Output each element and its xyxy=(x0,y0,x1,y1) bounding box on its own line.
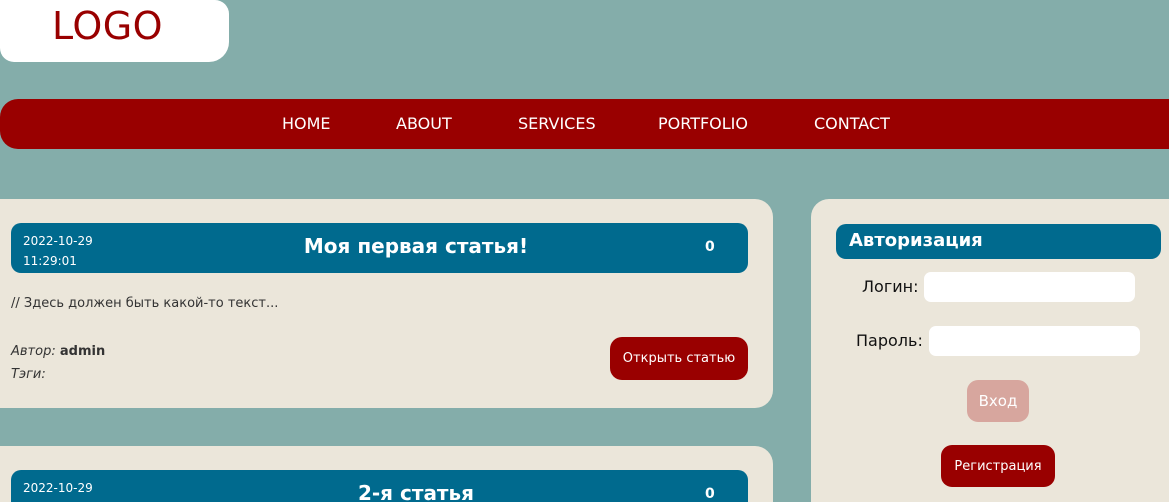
article-header: 2022-10-29 11:29:01 Моя первая статья! 0 xyxy=(11,223,748,273)
nav-item-contact[interactable]: CONTACT xyxy=(814,114,890,133)
nav-item-services[interactable]: SERVICES xyxy=(518,114,596,133)
article-header: 2022-10-29 2-я статья 0 xyxy=(11,470,748,502)
article-date: 2022-10-29 xyxy=(23,234,93,248)
nav-item-home[interactable]: HOME xyxy=(282,114,331,133)
article-title[interactable]: 2-я статья xyxy=(211,481,621,502)
auth-title: Авторизация xyxy=(849,230,983,251)
article-meta: Автор: admin Тэги: xyxy=(11,340,105,386)
auth-panel: Авторизация Логин: Пароль: Вход Регистра… xyxy=(811,199,1169,502)
article-date: 2022-10-29 xyxy=(23,481,93,495)
password-input[interactable] xyxy=(929,326,1140,356)
author-label: Автор: xyxy=(11,344,56,359)
article-excerpt: // Здесь должен быть какой-то текст... xyxy=(11,296,279,311)
open-article-button[interactable]: Открыть статью xyxy=(610,337,748,380)
login-input[interactable] xyxy=(924,272,1135,302)
auth-header: Авторизация xyxy=(836,224,1161,259)
tags-label: Тэги: xyxy=(11,367,46,382)
article-title[interactable]: Моя первая статья! xyxy=(211,234,621,258)
article-comment-count: 0 xyxy=(705,486,715,502)
login-button[interactable]: Вход xyxy=(967,380,1029,422)
article-datetime: 2022-10-29 xyxy=(23,478,123,498)
article-tags-row: Тэги: xyxy=(11,363,105,386)
page: LOGO HOME ABOUT SERVICES PORTFOLIO CONTA… xyxy=(0,0,1169,502)
article-time: 11:29:01 xyxy=(23,254,77,268)
article-datetime: 2022-10-29 11:29:01 xyxy=(23,231,123,271)
article-comment-count: 0 xyxy=(705,239,715,255)
password-label: Пароль: xyxy=(856,331,923,350)
main-nav: HOME ABOUT SERVICES PORTFOLIO CONTACT xyxy=(0,99,1169,149)
article-card: 2022-10-29 11:29:01 Моя первая статья! 0… xyxy=(0,199,773,408)
nav-item-portfolio[interactable]: PORTFOLIO xyxy=(658,114,748,133)
login-label: Логин: xyxy=(862,277,919,296)
author-name: admin xyxy=(59,344,106,359)
article-author-row: Автор: admin xyxy=(11,340,105,363)
register-button[interactable]: Регистрация xyxy=(941,445,1055,487)
logo: LOGO xyxy=(52,4,164,48)
logo-container[interactable]: LOGO xyxy=(0,0,229,62)
article-card: 2022-10-29 2-я статья 0 xyxy=(0,446,773,502)
nav-item-about[interactable]: ABOUT xyxy=(396,114,452,133)
